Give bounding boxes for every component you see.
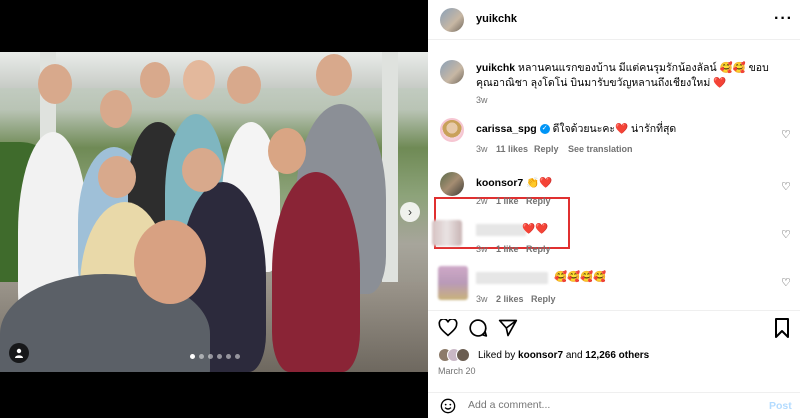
tagged-users-button[interactable] bbox=[9, 343, 29, 363]
liked-by-user[interactable]: koonsor7 bbox=[518, 350, 563, 361]
comment-text: 👏❤️ bbox=[526, 177, 553, 189]
comment-text: 🥰🥰🥰🥰 bbox=[554, 271, 607, 283]
comments-list: yuikchk หลานคนแรกของบ้าน มีแต่คนรุมรักน้… bbox=[428, 40, 800, 310]
comment: koonsor7 👏❤️ bbox=[476, 176, 776, 191]
comment-username-blurred bbox=[476, 224, 526, 236]
comment-username-blurred bbox=[476, 272, 548, 284]
reply-button[interactable]: Reply bbox=[531, 294, 556, 304]
person-head bbox=[140, 62, 170, 98]
more-options-icon[interactable]: ··· bbox=[774, 10, 793, 28]
see-translation-button[interactable]: See translation bbox=[568, 144, 633, 154]
comment-text: ❤️❤️ bbox=[522, 223, 549, 235]
like-heart-icon[interactable] bbox=[438, 319, 458, 337]
post-info-panel: yuikchk ··· yuikchk หลานคนแรกของบ้าน มีแ… bbox=[428, 0, 800, 418]
avatar[interactable] bbox=[440, 172, 464, 196]
comment-likes[interactable]: 11 likes bbox=[496, 144, 528, 154]
post-photo[interactable] bbox=[0, 52, 428, 372]
reply-button[interactable]: Reply bbox=[526, 244, 551, 254]
post-date[interactable]: March 20 bbox=[438, 366, 476, 376]
caption-text: หลานคนแรกของบ้าน มีแต่คนรุมรักน้องลัลน์ … bbox=[476, 62, 769, 89]
comment-time: 3w bbox=[476, 294, 488, 304]
comment-icon[interactable] bbox=[468, 318, 488, 338]
carousel-dots bbox=[190, 354, 240, 359]
like-comment-heart-icon[interactable]: ♡ bbox=[781, 276, 791, 289]
caption: yuikchk หลานคนแรกของบ้าน มีแต่คนรุมรักน้… bbox=[476, 61, 776, 91]
reply-button[interactable]: Reply bbox=[526, 196, 551, 206]
carousel-dot bbox=[208, 354, 213, 359]
comment-time: 3w bbox=[476, 144, 488, 154]
post-author-username[interactable]: yuikchk bbox=[476, 13, 517, 25]
avatar[interactable] bbox=[440, 60, 464, 84]
next-photo-button[interactable]: › bbox=[400, 202, 420, 222]
person-head bbox=[227, 66, 261, 104]
carousel-dot bbox=[199, 354, 204, 359]
carousel-dot bbox=[226, 354, 231, 359]
reply-button[interactable]: Reply bbox=[534, 144, 559, 154]
carousel-dot bbox=[235, 354, 240, 359]
person-head bbox=[183, 60, 215, 100]
comment-likes[interactable]: 1 like bbox=[496, 196, 519, 206]
like-comment-heart-icon[interactable]: ♡ bbox=[781, 128, 791, 141]
carousel-dot bbox=[217, 354, 222, 359]
person-head bbox=[38, 64, 72, 104]
post-comment-button[interactable]: Post bbox=[769, 400, 792, 412]
post-header: yuikchk ··· bbox=[428, 0, 800, 40]
comment-likes[interactable]: 1 like bbox=[496, 244, 519, 254]
avatar[interactable] bbox=[432, 220, 462, 246]
user-icon bbox=[15, 348, 23, 358]
comment-time: 3w bbox=[476, 244, 488, 254]
avatar bbox=[456, 348, 470, 362]
comment-likes[interactable]: 2 likes bbox=[496, 294, 524, 304]
liked-by-others[interactable]: 12,266 others bbox=[585, 350, 649, 361]
person-head bbox=[316, 54, 352, 96]
comment-time: 2w bbox=[476, 196, 488, 206]
person bbox=[272, 172, 360, 372]
person-head bbox=[98, 156, 136, 198]
comment-input[interactable] bbox=[468, 399, 748, 411]
liked-by-and: and bbox=[565, 350, 583, 361]
avatar[interactable] bbox=[440, 8, 464, 32]
liked-by: Liked by koonsor7 and 12,266 others bbox=[438, 346, 798, 364]
avatar[interactable] bbox=[438, 266, 468, 300]
emoji-icon[interactable] bbox=[440, 398, 456, 414]
share-icon[interactable] bbox=[498, 318, 518, 338]
person-head bbox=[182, 148, 222, 192]
carousel-dot bbox=[190, 354, 195, 359]
avatar[interactable] bbox=[440, 118, 464, 142]
bookmark-icon[interactable] bbox=[774, 318, 790, 338]
like-comment-heart-icon[interactable]: ♡ bbox=[781, 180, 791, 193]
verified-badge-icon: ✓ bbox=[539, 124, 550, 135]
person-head bbox=[134, 220, 206, 304]
post-media-panel: › bbox=[0, 0, 428, 418]
comment-text: ดีใจด้วยนะคะ❤️ น่ารักที่สุด bbox=[552, 123, 677, 135]
like-comment-heart-icon[interactable]: ♡ bbox=[781, 228, 791, 241]
comment-username[interactable]: koonsor7 bbox=[476, 177, 523, 189]
caption-username[interactable]: yuikchk bbox=[476, 62, 515, 74]
person-head bbox=[268, 128, 306, 174]
comment-username[interactable]: carissa_spg bbox=[476, 123, 537, 135]
comment: carissa_spg ✓ ดีใจด้วยนะคะ❤️ น่ารักที่สุ… bbox=[476, 122, 776, 137]
liked-by-prefix: Liked by bbox=[478, 350, 516, 361]
person-head bbox=[100, 90, 132, 128]
action-bar bbox=[428, 310, 800, 346]
caption-time: 3w bbox=[476, 95, 488, 105]
add-comment-bar: Post bbox=[428, 392, 800, 418]
